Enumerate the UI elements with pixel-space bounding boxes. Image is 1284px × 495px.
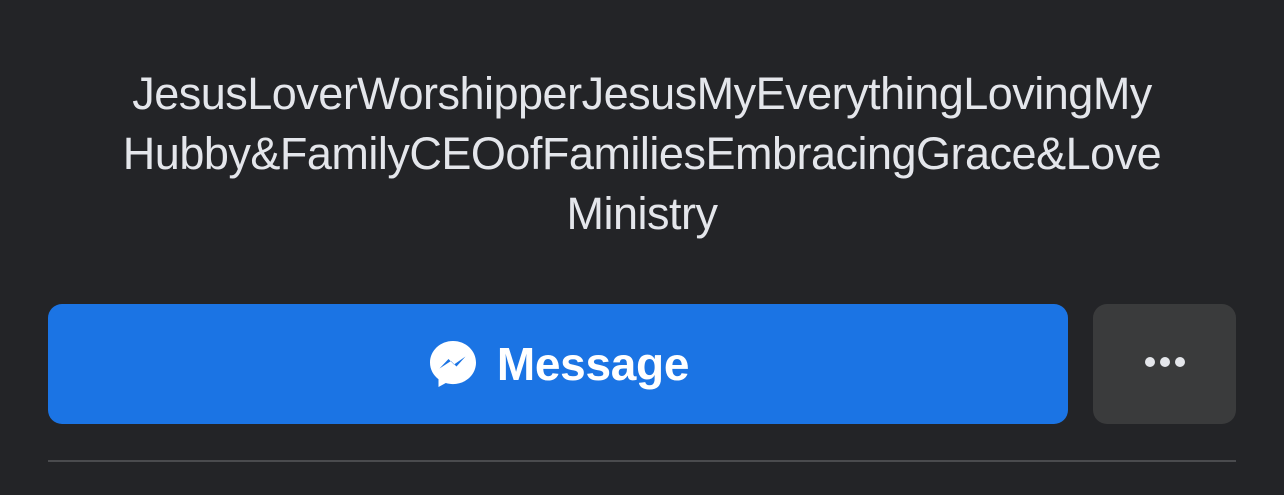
divider — [48, 460, 1236, 462]
profile-bio: JesusLoverWorshipperJesusMyEverythingLov… — [40, 64, 1244, 244]
bio-line: Hubby&FamilyCEOofFamiliesEmbracingGrace&… — [122, 128, 1162, 179]
message-button-label: Message — [496, 338, 690, 390]
message-button[interactable]: Message — [48, 304, 1068, 424]
messenger-icon — [427, 338, 479, 390]
more-horizontal-icon — [1143, 355, 1187, 373]
more-options-button[interactable] — [1093, 304, 1236, 424]
bio-line: JesusLoverWorshipperJesusMyEverythingLov… — [132, 68, 1152, 119]
bio-line: Ministry — [566, 188, 719, 239]
